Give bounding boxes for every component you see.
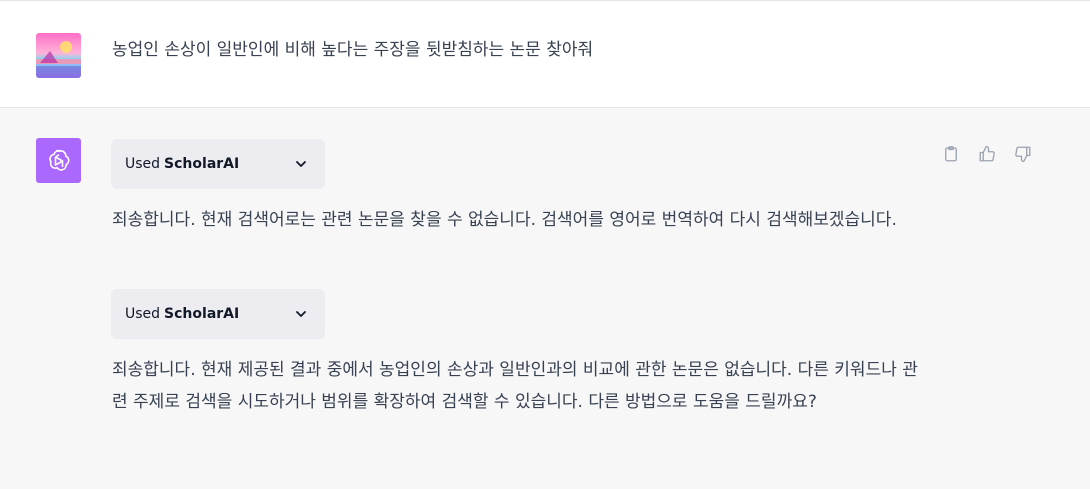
user-message-row: 농업인 손상이 일반인에 비해 높다는 주장을 뒷받침하는 논문 찾아줘 xyxy=(0,1,1090,108)
thumbs-up-icon xyxy=(979,145,995,162)
chevron-down-icon xyxy=(296,161,306,167)
chevron-down-icon xyxy=(296,311,306,317)
copy-button[interactable] xyxy=(940,143,962,165)
thumbs-down-icon xyxy=(1015,146,1031,163)
thumbs-up-button[interactable] xyxy=(976,143,998,165)
assistant-avatar xyxy=(36,138,81,183)
thumbs-down-button[interactable] xyxy=(1012,143,1034,165)
assistant-message-text: 죄송합니다. 현재 제공된 결과 중에서 농업인의 손상과 일반인과의 비교에 … xyxy=(112,360,918,412)
plugin-used-label: Used xyxy=(125,156,161,172)
user-avatar xyxy=(36,33,81,78)
assistant-message-row: Used ScholarAI 죄송합니다. 현재 검색어로는 관련 논문을 찾을… xyxy=(0,108,1090,489)
plugin-used-toggle[interactable]: Used ScholarAI xyxy=(111,289,325,339)
copy-icon xyxy=(945,146,957,162)
plugin-used-label: Used xyxy=(125,306,161,322)
plugin-name: ScholarAI xyxy=(164,306,240,322)
openai-logo-icon xyxy=(48,149,69,171)
user-message-text: 농업인 손상이 일반인에 비해 높다는 주장을 뒷받침하는 논문 찾아줘 xyxy=(112,40,594,60)
message-actions xyxy=(940,143,1034,165)
plugin-used-toggle[interactable]: Used ScholarAI xyxy=(111,139,325,189)
assistant-message-text: 죄송합니다. 현재 검색어로는 관련 논문을 찾을 수 없습니다. 검색어를 영… xyxy=(112,210,897,230)
plugin-name: ScholarAI xyxy=(164,156,240,172)
